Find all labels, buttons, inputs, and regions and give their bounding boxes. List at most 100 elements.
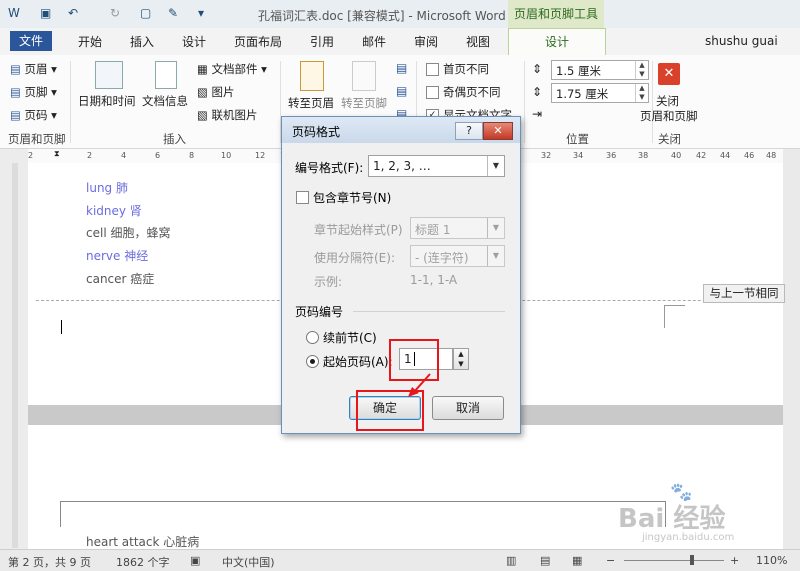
tab-page-layout[interactable]: 页面布局 xyxy=(234,33,282,50)
start-at-label: 起始页码(A): xyxy=(323,355,393,369)
diff-first-checkbox[interactable] xyxy=(426,63,439,76)
indent-marker-icon[interactable]: ⧗ xyxy=(54,149,60,159)
cancel-button[interactable]: 取消 xyxy=(432,396,504,420)
undo-icon[interactable]: ↶ xyxy=(68,6,78,20)
previous-section-icon[interactable]: ▤ xyxy=(396,61,407,75)
separator-label: 使用分隔符(E): xyxy=(314,251,395,265)
web-layout-icon[interactable]: ▦ xyxy=(572,554,582,567)
word-icon[interactable]: W xyxy=(8,6,20,20)
group-label-insert: 插入 xyxy=(163,132,186,146)
calendar-icon xyxy=(95,61,123,89)
diff-odd-even-label: 奇偶页不同 xyxy=(443,85,501,99)
online-picture-button[interactable]: ▧ 联机图片 xyxy=(197,107,258,123)
window-title: 孔福词汇表.doc [兼容模式] - Microsoft Word xyxy=(258,9,506,23)
tab-mailings[interactable]: 邮件 xyxy=(362,33,386,50)
status-bar: 第 2 页，共 9 页 1862 个字 ▣ 中文(中国) ▥ ▤ ▦ − + 1… xyxy=(0,549,800,571)
chevron-down-icon[interactable]: ▼ xyxy=(487,156,504,176)
footer-position-spinner[interactable]: 1.75 厘米 ▲ ▼ xyxy=(551,83,649,103)
ruler-tick: 42 xyxy=(696,151,707,160)
ruler-tick: 36 xyxy=(606,151,617,160)
tab-home[interactable]: 开始 xyxy=(78,33,102,50)
footer-button[interactable]: ▤ 页脚 ▾ xyxy=(10,84,57,100)
spin-up-icon[interactable]: ▲ xyxy=(458,350,463,358)
annotation-arrow xyxy=(408,373,431,397)
date-time-button[interactable]: 日期和时间 xyxy=(78,93,136,109)
group-label-header-footer: 页眉和页脚 xyxy=(8,132,66,146)
zoom-level[interactable]: 110% xyxy=(756,554,787,567)
ruler-tick: 6 xyxy=(155,151,161,160)
print-layout-icon[interactable]: ▤ xyxy=(540,554,550,567)
user-name[interactable]: shushu guai xyxy=(705,34,778,48)
watermark-text: Bai 经验 xyxy=(618,504,726,534)
goto-header-button[interactable]: 转至页眉 xyxy=(288,95,334,111)
doc-line[interactable]: lung 肺 xyxy=(86,179,128,196)
insert-alignment-tab-icon[interactable]: ⇥ xyxy=(532,107,542,121)
customize-qat-icon[interactable]: ▾ xyxy=(198,6,204,20)
tab-review[interactable]: 审阅 xyxy=(414,33,438,50)
doc-line[interactable]: cell 细胞，蜂窝 xyxy=(86,224,170,241)
proofing-icon[interactable]: ▣ xyxy=(190,554,200,567)
next-section-icon[interactable]: ▤ xyxy=(396,84,407,98)
doc-line[interactable]: nerve 神经 xyxy=(86,247,148,264)
chevron-down-icon[interactable]: ▼ xyxy=(487,246,504,266)
close-icon[interactable]: ✕ xyxy=(483,122,513,140)
zoom-out-icon[interactable]: − xyxy=(606,554,615,567)
close-label-2[interactable]: 页眉和页脚 xyxy=(640,108,698,124)
zoom-slider-thumb[interactable] xyxy=(690,555,694,565)
tab-insert[interactable]: 插入 xyxy=(130,33,154,50)
edit-icon[interactable]: ✎ xyxy=(168,6,178,20)
watermark-url: jingyan.baidu.com xyxy=(642,532,735,543)
ribbon-separator xyxy=(524,61,525,143)
ruler-tick: 2 xyxy=(28,151,34,160)
doc-parts-button[interactable]: ▦ 文档部件 ▾ xyxy=(197,61,267,77)
close-label-1[interactable]: 关闭 xyxy=(656,93,679,109)
read-mode-icon[interactable]: ▥ xyxy=(506,554,516,567)
include-chapter-checkbox[interactable] xyxy=(296,191,309,204)
tab-design-doc[interactable]: 设计 xyxy=(182,33,206,50)
ruler-tick: 8 xyxy=(189,151,195,160)
doc-line[interactable]: kidney 肾 xyxy=(86,202,142,219)
ruler-tick: 32 xyxy=(541,151,552,160)
title-bar: W ▣ ↶ ↻ ▢ ✎ ▾ 孔福词汇表.doc [兼容模式] - Microso… xyxy=(0,0,800,28)
start-page-spinner[interactable]: ▲ ▼ xyxy=(453,348,469,370)
goto-footer-button[interactable]: 转至页脚 xyxy=(341,95,387,111)
ruler-tick: 38 xyxy=(638,151,649,160)
start-at-radio[interactable] xyxy=(306,355,319,368)
doc-line[interactable]: heart attack 心脏病 xyxy=(86,533,199,550)
redo-icon[interactable]: ↻ xyxy=(110,6,120,20)
page-count[interactable]: 第 2 页，共 9 页 xyxy=(8,554,91,570)
header-button[interactable]: ▤ 页眉 ▾ xyxy=(10,61,57,77)
doc-info-button[interactable]: 文档信息 xyxy=(142,93,188,109)
tab-references[interactable]: 引用 xyxy=(310,33,334,50)
ruler-tick: 34 xyxy=(573,151,584,160)
tab-file[interactable]: 文件 xyxy=(10,31,52,51)
header-position-spinner[interactable]: 1.5 厘米 ▲ ▼ xyxy=(551,60,649,80)
header-area-box[interactable] xyxy=(60,501,666,527)
spin-down-icon[interactable]: ▼ xyxy=(458,360,463,368)
spin-arrows-icon[interactable]: ▲ ▼ xyxy=(635,61,648,79)
chapter-style-label: 章节起始样式(P) xyxy=(314,223,403,237)
save-icon[interactable]: ▣ xyxy=(40,6,51,20)
continue-prev-radio[interactable] xyxy=(306,331,319,344)
dialog-titlebar[interactable]: 页码格式 ? ✕ xyxy=(282,117,520,143)
diff-odd-even-checkbox[interactable] xyxy=(426,86,439,99)
doc-parts-icon: ▦ xyxy=(197,62,208,76)
help-icon[interactable]: ? xyxy=(455,122,483,140)
chevron-down-icon[interactable]: ▼ xyxy=(487,218,504,238)
number-format-select[interactable]: 1, 2, 3, … ▼ xyxy=(368,155,505,177)
close-header-footer-icon[interactable]: ✕ xyxy=(658,63,680,85)
tab-header-footer-design[interactable]: 设计 xyxy=(508,28,606,56)
chapter-style-select[interactable]: 标题 1 ▼ xyxy=(410,217,505,239)
page-number-button[interactable]: ▤ 页码 ▾ xyxy=(10,107,57,123)
word-count[interactable]: 1862 个字 xyxy=(116,554,170,570)
spin-arrows-icon[interactable]: ▲ ▼ xyxy=(635,84,648,102)
doc-line[interactable]: cancer 癌症 xyxy=(86,270,154,287)
zoom-slider[interactable] xyxy=(624,560,724,561)
zoom-in-icon[interactable]: + xyxy=(730,554,739,567)
separator-select[interactable]: - (连字符) ▼ xyxy=(410,245,505,267)
header-position-icon: ⇕ xyxy=(532,62,543,76)
tab-view[interactable]: 视图 xyxy=(466,33,490,50)
picture-button[interactable]: ▧ 图片 xyxy=(197,84,235,100)
language[interactable]: 中文(中国) xyxy=(222,554,275,570)
new-doc-icon[interactable]: ▢ xyxy=(140,6,151,20)
